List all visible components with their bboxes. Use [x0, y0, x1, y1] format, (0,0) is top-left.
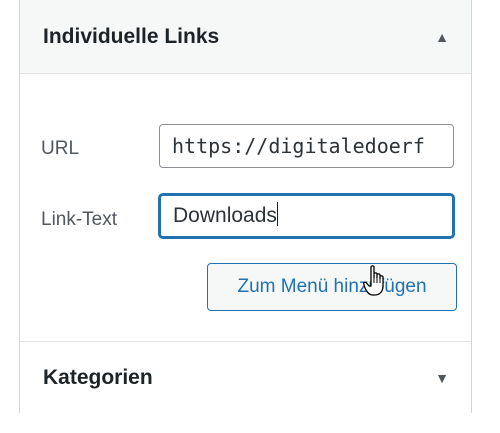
link-text-input[interactable]: Downloads	[159, 194, 454, 238]
categories-header[interactable]: Kategorien ▼	[20, 341, 471, 413]
text-caret	[276, 202, 278, 226]
hand-pointer-icon	[363, 265, 384, 296]
menu-items-panel: Individuelle Links ▲ URL https://digital…	[19, 0, 472, 413]
expand-arrow-icon[interactable]: ▼	[435, 370, 449, 386]
url-label: URL	[41, 138, 80, 159]
url-input[interactable]: https://digitaledoerf	[159, 124, 454, 168]
categories-title: Kategorien	[43, 365, 153, 389]
collapse-arrow-icon[interactable]: ▲	[435, 29, 449, 45]
add-to-menu-button[interactable]: Zum Menü hinzufügen	[207, 263, 457, 311]
link-text-label: Link-Text	[41, 209, 118, 230]
custom-links-header[interactable]: Individuelle Links ▲	[20, 0, 471, 74]
custom-links-title: Individuelle Links	[43, 24, 220, 48]
link-text-value: Downloads	[173, 204, 277, 227]
